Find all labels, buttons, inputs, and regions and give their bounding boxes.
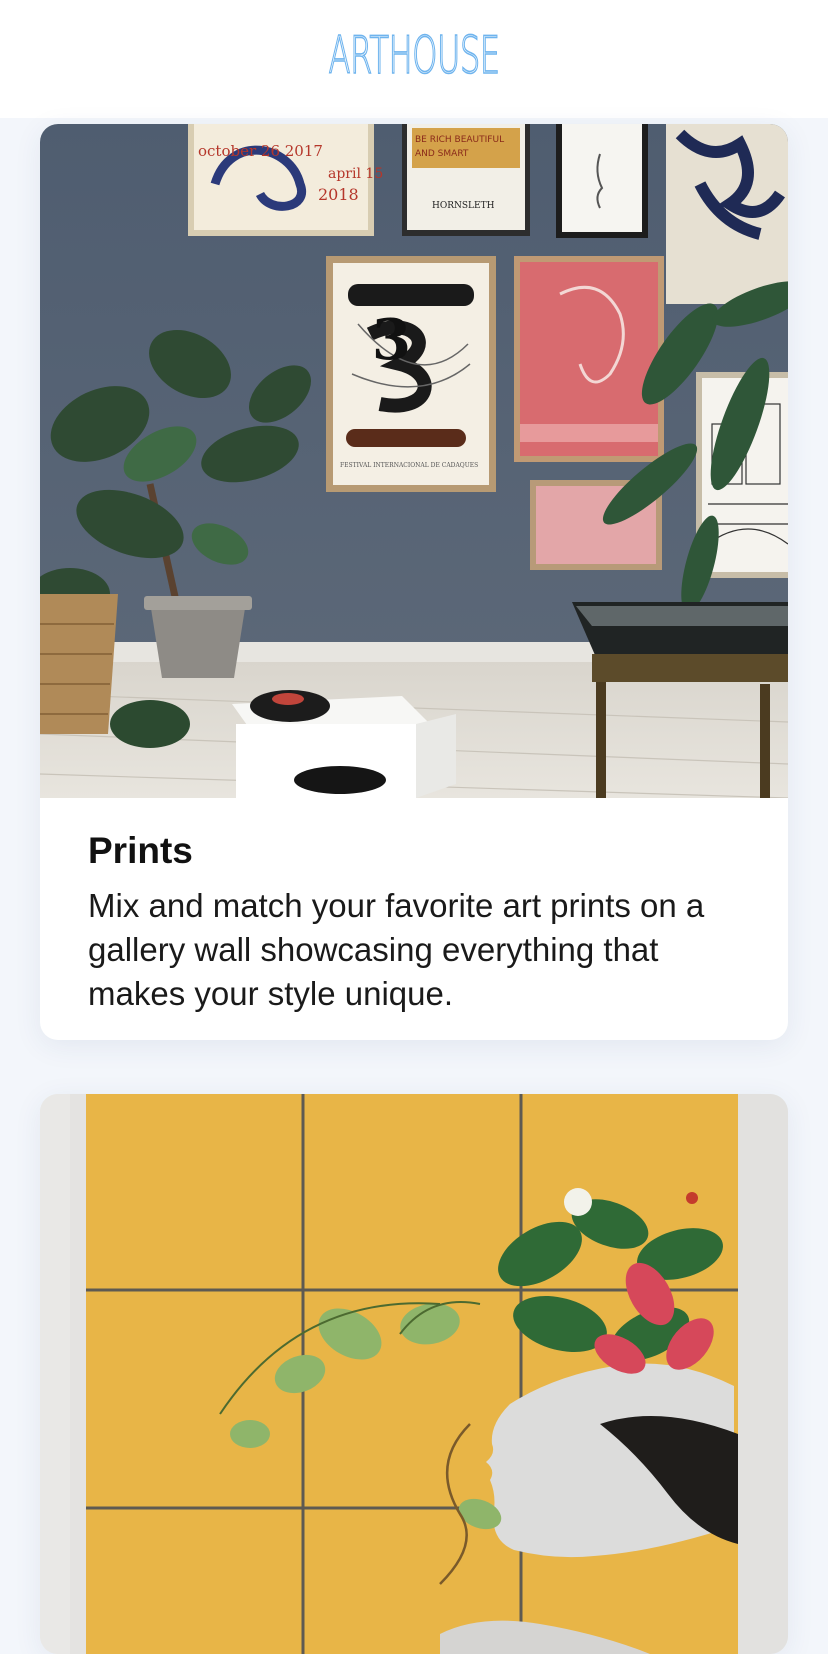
card-description: Mix and match your favorite art prints o…	[88, 884, 740, 1016]
card-image-botanical-portrait[interactable]	[40, 1094, 788, 1654]
category-card-prints[interactable]: october 26 2017 april 15 2018 BE RICH BE…	[40, 124, 788, 1040]
print-be-rich: BE RICH BEAUTIFUL AND SMART HORNSLETH	[402, 124, 530, 236]
app-logo[interactable]: ARTHOUSE	[157, 26, 670, 86]
print-festival: 3 FESTIVAL INTERNACIONAL DE CADAQUES	[326, 256, 496, 492]
print-text: april 15	[328, 166, 383, 182]
print-text: october 26 2017	[198, 142, 323, 160]
print-october: october 26 2017 april 15 2018	[188, 124, 383, 236]
card-body: Prints Mix and match your favorite art p…	[40, 798, 788, 1016]
print-text: 2018	[318, 185, 359, 204]
print-text: 3	[372, 307, 411, 373]
print-sketch	[556, 124, 648, 238]
app-header: ARTHOUSE	[0, 0, 828, 118]
print-botanical-dark	[666, 124, 788, 304]
print-text: FESTIVAL INTERNACIONAL DE CADAQUES	[340, 462, 478, 469]
card-image-gallery-wall[interactable]: october 26 2017 april 15 2018 BE RICH BE…	[40, 124, 788, 798]
print-text: AND SMART	[415, 149, 469, 159]
card-title: Prints	[88, 828, 740, 874]
print-text: HORNSLETH	[432, 201, 495, 211]
print-text: BE RICH BEAUTIFUL	[415, 135, 504, 145]
category-card-wood-wall-art[interactable]	[40, 1094, 788, 1654]
print-red-portrait	[514, 256, 664, 462]
